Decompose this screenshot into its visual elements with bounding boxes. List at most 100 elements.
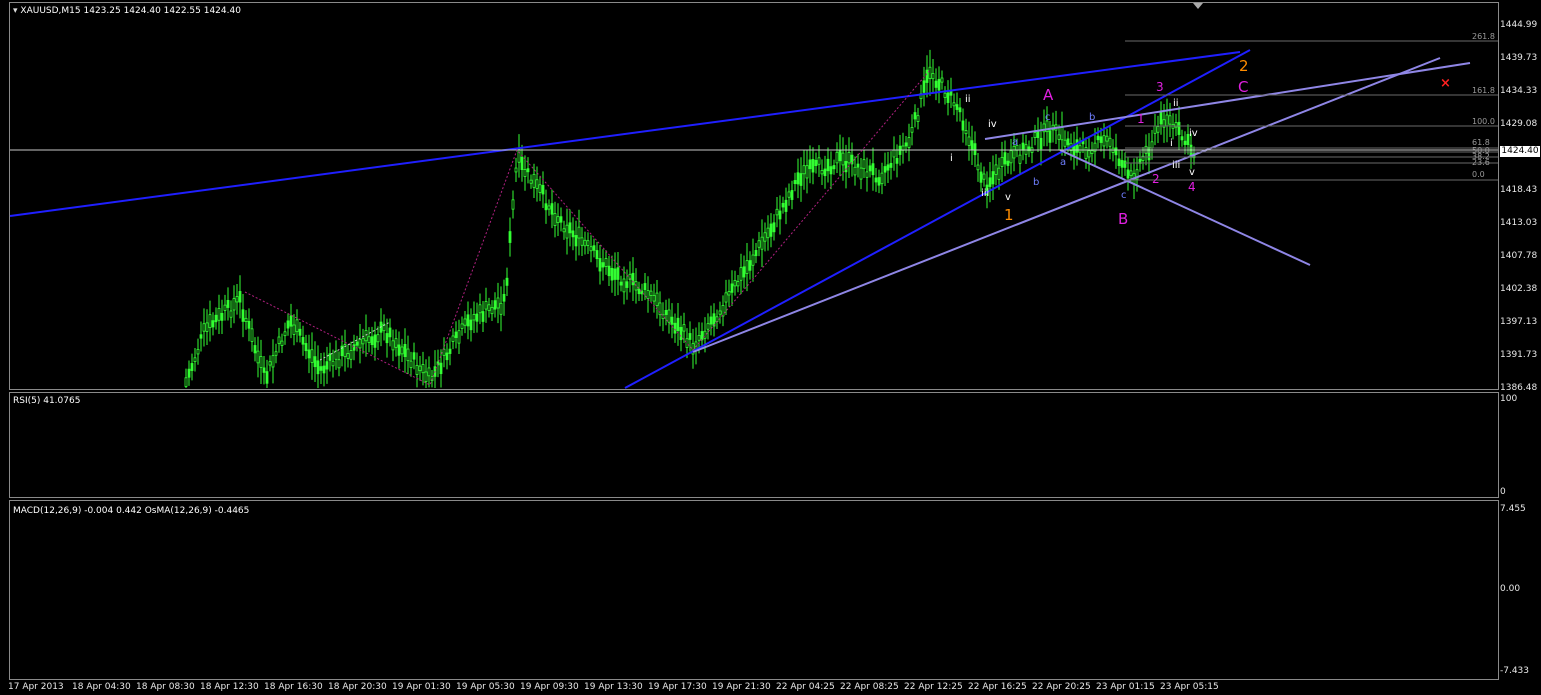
time-tick: 18 Apr 04:30 <box>72 682 131 692</box>
candle-body <box>571 230 575 238</box>
rsi-label: RSI(5) 41.0765 <box>13 396 81 406</box>
wave-label[interactable]: v <box>1189 167 1195 178</box>
wave-label[interactable]: B <box>1118 210 1128 228</box>
candle-body <box>553 213 557 226</box>
candle-body <box>295 319 299 333</box>
candle-body <box>268 361 272 366</box>
candle-body <box>298 328 302 336</box>
candle-body <box>988 177 992 187</box>
wave-label[interactable]: b <box>1033 177 1039 188</box>
candle-body <box>289 315 293 327</box>
candle-body <box>1066 138 1070 146</box>
candle-body <box>262 367 266 373</box>
wave-label[interactable]: i <box>950 153 953 164</box>
candle-body <box>1096 135 1100 141</box>
price-tick: 1413.03 <box>1500 218 1538 228</box>
candle-body <box>1105 135 1109 142</box>
candle-body <box>451 335 455 342</box>
candle-body <box>505 277 509 286</box>
candle-body <box>799 173 803 186</box>
rsi-pane[interactable] <box>9 392 1499 498</box>
time-tick: 18 Apr 12:30 <box>200 682 259 692</box>
candle-body <box>970 140 974 151</box>
candle-body <box>916 115 920 122</box>
wave-label[interactable]: iv <box>988 119 997 130</box>
wave-label[interactable]: b <box>1089 112 1095 123</box>
candle-body <box>376 334 380 343</box>
wave-label[interactable]: a <box>1060 157 1066 168</box>
wave-label[interactable]: c <box>1121 190 1127 201</box>
wave-label[interactable]: C <box>1238 78 1248 96</box>
candle-body <box>724 292 728 303</box>
candle-body <box>784 199 788 212</box>
candle-body <box>427 367 431 377</box>
candle-body <box>589 246 593 252</box>
candle-body <box>925 69 929 83</box>
wave-label[interactable]: ii <box>1173 98 1179 109</box>
time-tick: 19 Apr 09:30 <box>520 682 579 692</box>
candle-body <box>1168 115 1172 125</box>
candle-body <box>673 322 677 334</box>
wave-label[interactable]: a <box>1012 137 1018 148</box>
candle-body <box>559 216 563 223</box>
price-tick: 1397.13 <box>1500 317 1538 327</box>
wave-label[interactable]: 2 <box>1152 172 1160 186</box>
channel-line <box>984 62 1471 140</box>
wave-label[interactable]: 1 <box>1137 112 1145 126</box>
wave-label[interactable]: c <box>1045 112 1051 123</box>
candle-body <box>277 336 281 344</box>
candle-body <box>481 311 485 322</box>
macd-pane[interactable] <box>9 500 1499 680</box>
candle-body <box>733 280 737 287</box>
candle-body <box>781 202 785 208</box>
candle-body <box>499 302 503 315</box>
wave-label[interactable]: A <box>1043 86 1053 104</box>
wave-label[interactable]: 4 <box>1188 180 1196 194</box>
time-tick: 23 Apr 01:15 <box>1096 682 1155 692</box>
price-tick: 1418.43 <box>1500 185 1538 195</box>
candle-body <box>892 149 896 158</box>
candle-body <box>835 151 839 164</box>
wave-label[interactable]: i <box>1170 138 1173 149</box>
time-tick: 22 Apr 04:25 <box>776 682 835 692</box>
macd-tick-zero: 0.00 <box>1500 584 1521 594</box>
fib-level-label: 23.6 <box>1472 158 1490 167</box>
candle-body <box>226 299 230 308</box>
wave-label[interactable]: iii <box>1172 160 1180 171</box>
candle-body <box>385 333 389 344</box>
candle-body <box>883 166 887 173</box>
candle-body <box>616 267 620 280</box>
wave-label[interactable]: 1 <box>1004 206 1014 224</box>
candle-body <box>802 165 806 175</box>
candle-body <box>829 166 833 175</box>
collapse-triangle-icon[interactable]: ▾ <box>13 6 18 16</box>
candle-body <box>472 314 476 321</box>
candle-body <box>586 240 590 246</box>
candle-body <box>322 365 326 374</box>
candle-body <box>688 333 692 340</box>
candle-body <box>598 258 602 272</box>
wave-label[interactable]: 2 <box>1239 57 1249 75</box>
candle-body <box>604 258 608 267</box>
scroll-shift-marker-icon[interactable] <box>1193 3 1203 9</box>
wave-label[interactable]: iii <box>981 188 989 199</box>
candle-body <box>349 350 353 360</box>
candle-body <box>631 272 635 286</box>
candle-body <box>1084 147 1088 159</box>
candle-body <box>1126 169 1130 179</box>
candle-body <box>304 343 308 352</box>
wave-label[interactable]: iv <box>1189 128 1198 139</box>
price-tick: 1434.33 <box>1500 86 1538 96</box>
wave-label[interactable]: 3 <box>1156 80 1164 94</box>
candle-body <box>418 365 422 372</box>
close-marker-icon[interactable]: × <box>1440 76 1451 91</box>
wave-label[interactable]: ii <box>965 94 971 105</box>
channel-line <box>1059 149 1311 266</box>
candle-body <box>886 164 890 171</box>
candle-body <box>274 351 278 356</box>
wave-label[interactable]: v <box>1005 192 1011 203</box>
candle-body <box>1021 142 1025 151</box>
candle-body <box>307 349 311 359</box>
candle-body <box>352 344 356 351</box>
candle-body <box>979 171 983 183</box>
